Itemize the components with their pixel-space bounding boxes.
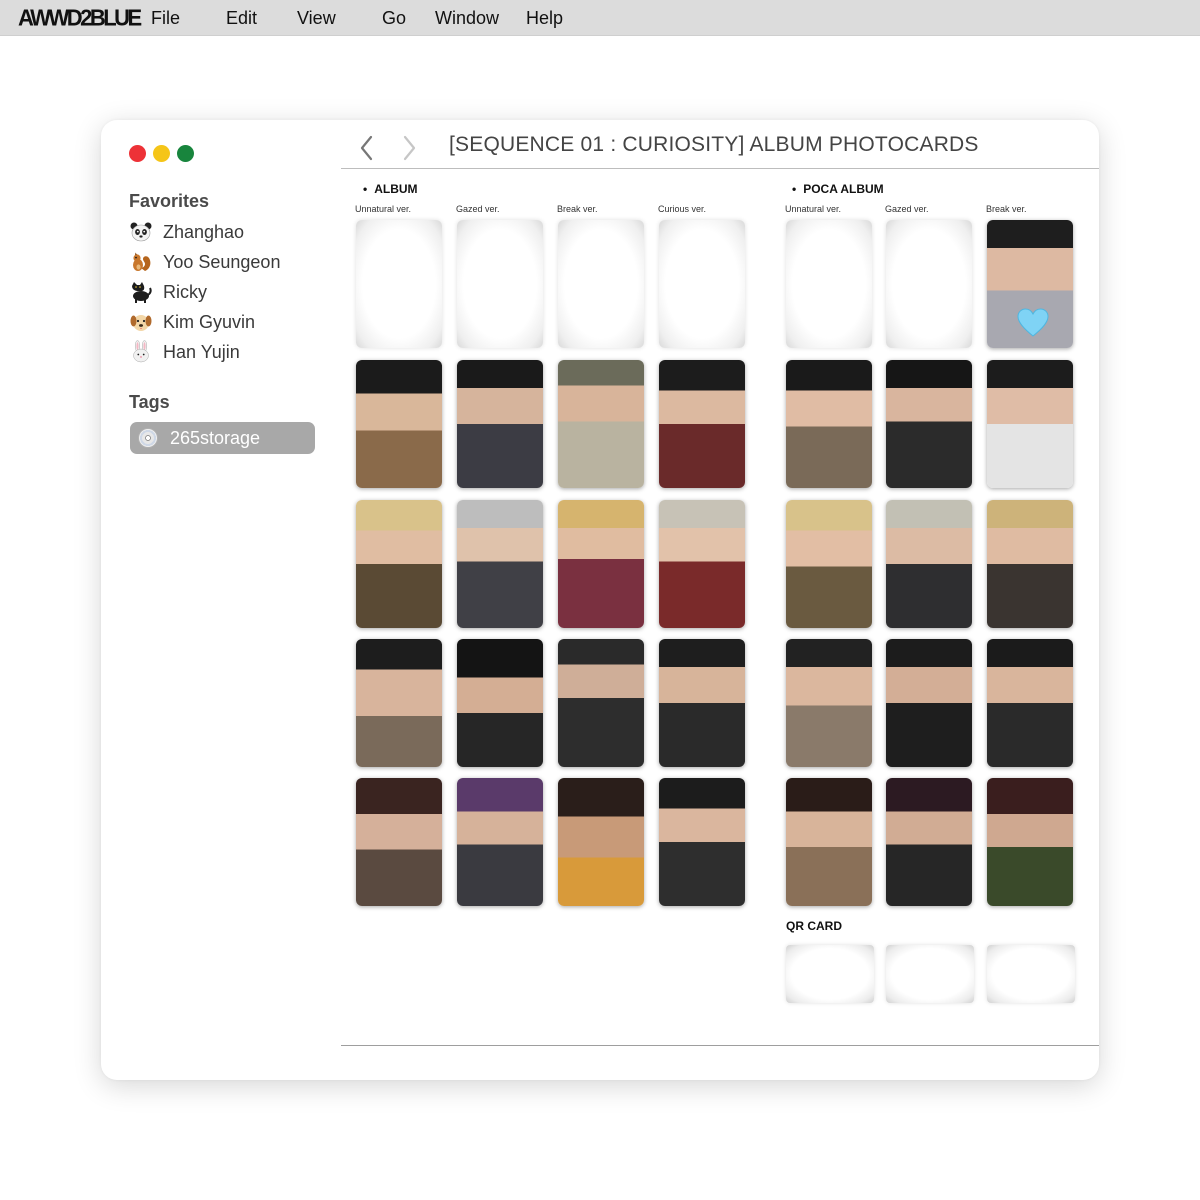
photocard[interactable] bbox=[457, 220, 543, 348]
photocard[interactable] bbox=[558, 220, 644, 348]
sidebar-item-label: Zhanghao bbox=[163, 221, 245, 242]
rabbit-icon bbox=[133, 340, 149, 363]
back-chevron-icon[interactable] bbox=[356, 134, 378, 162]
photocard[interactable] bbox=[886, 778, 972, 906]
sidebar-item-label: Han Yujin bbox=[163, 341, 240, 362]
photocard[interactable] bbox=[659, 360, 745, 488]
tag-label: 265storage bbox=[170, 427, 261, 448]
album-heading-label: ALBUM bbox=[374, 182, 418, 196]
qr-card-heading: QR CARD bbox=[786, 919, 842, 933]
sidebar-item-yoo-seungeon[interactable]: Yoo Seungeon bbox=[129, 249, 280, 275]
favorites-heading: Favorites bbox=[129, 191, 210, 211]
sidebar-item-zhanghao[interactable]: Zhanghao bbox=[129, 219, 244, 245]
sidebar-item-label: Kim Gyuvin bbox=[163, 311, 256, 332]
photocard[interactable] bbox=[987, 639, 1073, 767]
close-window-button[interactable] bbox=[129, 145, 146, 162]
photocard[interactable] bbox=[786, 500, 872, 628]
photocard[interactable] bbox=[558, 500, 644, 628]
photocard[interactable] bbox=[786, 220, 872, 348]
menu-go[interactable]: Go bbox=[382, 8, 406, 28]
photocard[interactable] bbox=[886, 220, 972, 348]
qr-card[interactable] bbox=[786, 945, 874, 1003]
forward-chevron-icon[interactable] bbox=[398, 134, 420, 162]
photocard[interactable] bbox=[659, 639, 745, 767]
dog-icon bbox=[130, 315, 152, 331]
album-section-heading: • ALBUM bbox=[363, 182, 418, 196]
menu-window[interactable]: Window bbox=[435, 8, 499, 28]
sidebar-item-label: Ricky bbox=[163, 281, 207, 302]
photocard[interactable] bbox=[558, 639, 644, 767]
sidebar-item-label: Yoo Seungeon bbox=[163, 251, 281, 272]
photocard[interactable] bbox=[987, 360, 1073, 488]
menu-help[interactable]: Help bbox=[526, 8, 563, 28]
photocard[interactable] bbox=[886, 360, 972, 488]
poca-column-label: Break ver. bbox=[986, 204, 1027, 214]
album-column-label: Break ver. bbox=[557, 204, 598, 214]
photocard[interactable] bbox=[659, 220, 745, 348]
bottom-divider bbox=[341, 1045, 1099, 1046]
zoom-window-button[interactable] bbox=[177, 145, 194, 162]
photocard[interactable] bbox=[886, 500, 972, 628]
poca-album-section-heading: • POCA ALBUM bbox=[792, 182, 884, 196]
poca-column-label: Unnatural ver. bbox=[785, 204, 842, 214]
photocard[interactable] bbox=[987, 220, 1073, 348]
tag-265storage[interactable]: 265storage bbox=[130, 422, 315, 454]
qr-card[interactable] bbox=[987, 945, 1075, 1003]
menu-view[interactable]: View bbox=[297, 8, 336, 28]
photocard[interactable] bbox=[356, 220, 442, 348]
photocard[interactable] bbox=[786, 639, 872, 767]
photocard[interactable] bbox=[987, 778, 1073, 906]
squirrel-icon bbox=[133, 252, 151, 271]
album-column-label: Gazed ver. bbox=[456, 204, 500, 214]
photocard[interactable] bbox=[356, 778, 442, 906]
album-column-label: Unnatural ver. bbox=[355, 204, 412, 214]
photocard[interactable] bbox=[987, 500, 1073, 628]
photocard[interactable] bbox=[558, 360, 644, 488]
photocard[interactable] bbox=[457, 360, 543, 488]
tags-heading: Tags bbox=[129, 392, 170, 412]
app-logo[interactable]: AWWD2BLUE bbox=[18, 5, 142, 30]
finder-window: Favorites Zhanghao Yoo Seungeon Ricky Ki… bbox=[101, 120, 1099, 1080]
title-divider bbox=[341, 168, 1099, 169]
sidebar-item-ricky[interactable]: Ricky bbox=[129, 279, 207, 305]
black-cat-icon bbox=[132, 282, 152, 303]
page-title: [SEQUENCE 01 : CURIOSITY] ALBUM PHOTOCAR… bbox=[449, 133, 979, 156]
panda-icon bbox=[130, 222, 152, 242]
photocard[interactable] bbox=[659, 778, 745, 906]
photocard[interactable] bbox=[558, 778, 644, 906]
sidebar-item-kim-gyuvin[interactable]: Kim Gyuvin bbox=[129, 309, 255, 335]
photocard[interactable] bbox=[886, 639, 972, 767]
photocard[interactable] bbox=[356, 500, 442, 628]
photocard[interactable] bbox=[786, 360, 872, 488]
cd-icon bbox=[138, 428, 158, 448]
poca-column-label: Gazed ver. bbox=[885, 204, 929, 214]
poca-album-heading-label: POCA ALBUM bbox=[803, 182, 884, 196]
minimize-window-button[interactable] bbox=[153, 145, 170, 162]
photocard[interactable] bbox=[659, 500, 745, 628]
menu-file[interactable]: File bbox=[151, 8, 180, 28]
photocard[interactable] bbox=[356, 360, 442, 488]
sidebar-item-han-yujin[interactable]: Han Yujin bbox=[129, 339, 240, 365]
photocard[interactable] bbox=[457, 778, 543, 906]
album-column-label: Curious ver. bbox=[658, 204, 707, 214]
qr-card[interactable] bbox=[886, 945, 974, 1003]
heart-icon bbox=[1017, 308, 1049, 337]
photocard[interactable] bbox=[457, 500, 543, 628]
menu-bar: AWWD2BLUE File Edit View Go Window Help bbox=[0, 0, 1200, 36]
photocard[interactable] bbox=[356, 639, 442, 767]
photocard[interactable] bbox=[786, 778, 872, 906]
menu-edit[interactable]: Edit bbox=[226, 8, 257, 28]
photocard[interactable] bbox=[457, 639, 543, 767]
